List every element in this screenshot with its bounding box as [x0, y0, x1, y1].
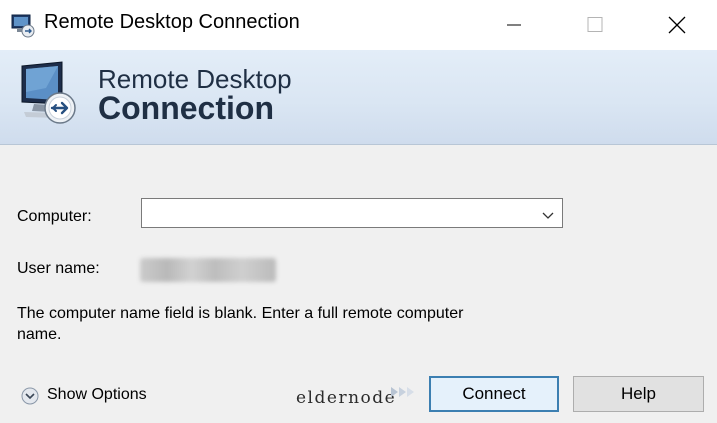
username-label: User name:	[17, 260, 100, 277]
window-title: Remote Desktop Connection	[44, 11, 300, 33]
chevron-down-icon[interactable]	[542, 208, 554, 219]
minimize-button[interactable]	[487, 0, 541, 50]
watermark-arrows-icon	[389, 384, 421, 400]
chevron-circle-down-icon[interactable]	[21, 387, 39, 405]
maximize-button[interactable]	[568, 0, 622, 50]
computer-label: Computer:	[17, 208, 92, 225]
show-options-label[interactable]: Show Options	[47, 386, 147, 404]
username-value-redacted	[140, 258, 276, 282]
header-banner: Remote Desktop Connection	[0, 50, 717, 145]
eldernode-watermark: eldernode	[296, 388, 397, 408]
computer-input[interactable]	[146, 202, 530, 226]
remote-desktop-icon	[16, 58, 88, 130]
remote-desktop-icon	[10, 12, 36, 38]
title-bar[interactable]: Remote Desktop Connection	[0, 0, 717, 50]
close-button[interactable]	[650, 0, 704, 50]
connect-button[interactable]: Connect	[429, 376, 559, 412]
help-button[interactable]: Help	[573, 376, 704, 412]
validation-message: The computer name field is blank. Enter …	[17, 305, 464, 343]
computer-combobox[interactable]	[141, 198, 563, 228]
banner-title-line2: Connection	[98, 90, 274, 126]
remote-desktop-window: Remote Desktop Connection Remote Desktop…	[0, 0, 717, 423]
